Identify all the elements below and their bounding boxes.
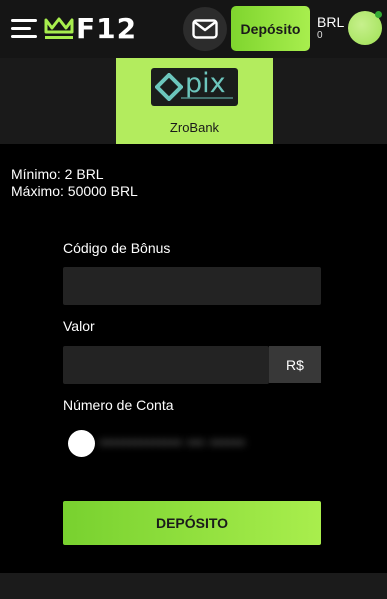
status-dot (375, 11, 382, 18)
bonus-code-input[interactable] (63, 267, 321, 305)
deposit-submit-button[interactable]: DEPÓSITO (63, 501, 321, 545)
payment-method-name: ZroBank (169, 120, 220, 135)
account-number-label: Número de Conta (63, 397, 174, 413)
balance-value: 0 (317, 30, 323, 41)
logo-text: F12 (76, 12, 138, 45)
bonus-code-label: Código de Bônus (63, 240, 171, 256)
max-limit: Máximo: 50000 BRL (11, 183, 138, 199)
min-limit: Mínimo: 2 BRL (11, 166, 104, 182)
crown-icon (44, 17, 74, 39)
deposit-limits: Mínimo: 2 BRL Máximo: 50000 BRL (11, 166, 138, 200)
menu-icon[interactable] (11, 19, 37, 39)
pix-logo-underline (181, 97, 233, 99)
payment-method-card[interactable]: pix ZroBank (116, 58, 273, 144)
avatar[interactable] (348, 11, 382, 45)
account-number-value[interactable]: •••••••••••••• ••• •••••• (100, 434, 322, 452)
pix-diamond-icon (155, 73, 183, 101)
amount-label: Valor (63, 318, 95, 334)
messages-button[interactable] (183, 7, 227, 51)
pix-logo-text: pix (185, 68, 226, 99)
currency-label: BRL (317, 14, 345, 30)
account-radio[interactable] (68, 430, 95, 457)
top-bar: F12 Depósito BRL 0 (0, 0, 387, 58)
deposit-header-button[interactable]: Depósito (231, 6, 310, 51)
logo[interactable]: F12 (44, 14, 140, 44)
currency-suffix: R$ (269, 346, 321, 383)
mail-icon (192, 19, 218, 39)
bottom-bar (0, 573, 387, 599)
amount-input[interactable] (63, 346, 269, 384)
pix-logo: pix (151, 68, 238, 106)
